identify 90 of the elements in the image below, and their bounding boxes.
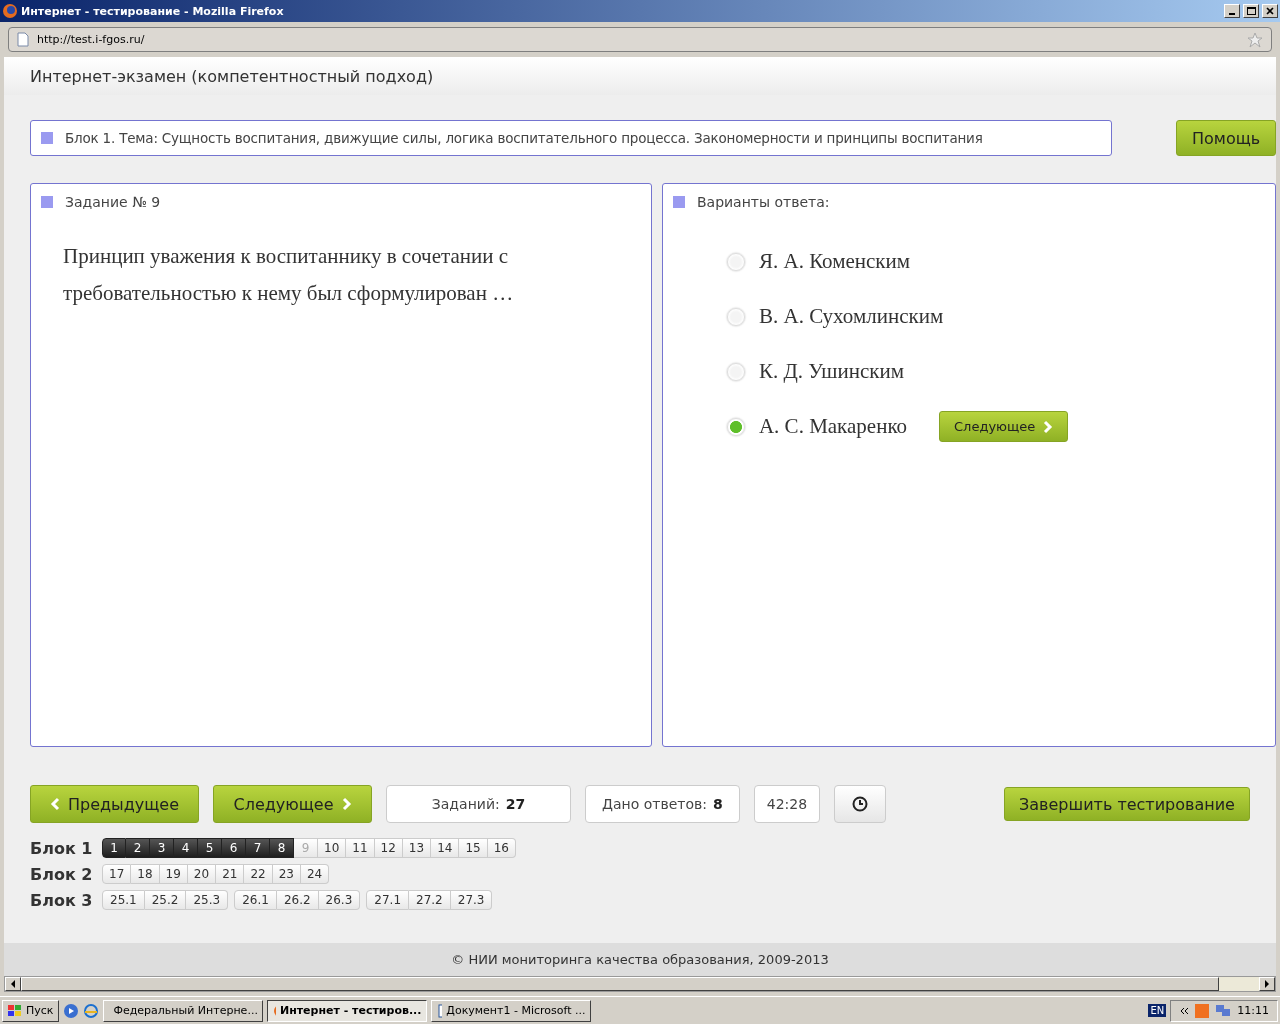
question-number[interactable]: 19 [159,864,188,884]
maximize-button[interactable] [1243,4,1259,18]
page-title: Интернет-экзамен (компетентностный подход) [30,66,434,86]
next-button[interactable]: Следующее [939,411,1069,442]
answer-option[interactable]: В. А. Сухомлинским [758,304,944,329]
network-icon[interactable] [1215,1003,1232,1018]
page-icon [17,32,29,47]
question-number[interactable]: 1 [102,838,126,858]
timer: 42:28 [753,785,821,823]
question-number[interactable]: 6 [222,838,246,858]
square-bullet-icon [672,196,685,208]
radio-button[interactable] [726,307,745,326]
question-number[interactable]: 15 [459,838,488,858]
question-number[interactable]: 14 [431,838,460,858]
question-number[interactable]: 25.3 [186,890,229,910]
question-number[interactable]: 3 [150,838,174,858]
question-number[interactable]: 26.1 [234,890,277,910]
chevron-right-icon [341,797,352,811]
tasks-label: Заданий: [431,796,500,812]
question-number[interactable]: 18 [131,864,160,884]
question-number[interactable]: 23 [272,864,301,884]
answered-value: 8 [712,796,723,812]
browser-logo-icon [2,3,18,19]
square-bullet-icon [41,132,53,144]
previous-button[interactable]: Предыдущее [30,785,199,823]
star-icon[interactable] [1247,31,1263,48]
start-button[interactable]: Пуск [2,999,60,1022]
question-number[interactable]: 5 [198,838,222,858]
taskbar-button[interactable]: Документ1 - Microsoft ... [431,999,592,1022]
close-button[interactable] [1262,4,1278,18]
answer-option[interactable]: Я. А. Коменским [758,249,911,274]
clock-text: 11:11 [1237,1004,1269,1017]
question-number[interactable]: 27.2 [409,890,451,910]
taskbar-button[interactable]: Федеральный Интерне... [103,999,264,1022]
task-heading: Задание № 9 [65,194,161,210]
next-button[interactable]: Следующее [213,785,372,823]
question-number[interactable]: 27.1 [366,890,410,910]
media-player-icon[interactable] [63,1002,80,1019]
window-title: Интернет - тестирование - Mozilla Firefox [21,4,285,18]
finish-button[interactable]: Завершить тестирование [1004,787,1250,821]
radio-button[interactable] [726,362,745,381]
tasks-value: 27 [505,796,526,812]
question-number[interactable]: 27.3 [450,890,493,910]
address-bar[interactable]: http://test.i-fgos.ru/ [8,27,1272,52]
left-arrow-icon[interactable] [10,980,16,988]
clock-button[interactable] [834,785,887,823]
close-icon [1266,7,1274,15]
help-button[interactable]: Помощь [1176,120,1276,156]
answer-option[interactable]: А. С. Макаренко [758,414,908,439]
question-number[interactable]: 12 [374,838,403,858]
right-arrow-icon[interactable] [1264,980,1270,988]
question-number[interactable]: 22 [244,864,273,884]
horizontal-scrollbar[interactable] [4,976,1276,992]
windows-logo-icon [8,1004,22,1017]
question-number[interactable]: 8 [270,838,294,858]
maximize-icon [1246,7,1256,15]
question-number[interactable]: 25.2 [144,890,187,910]
copyright-text: © НИИ мониторинга качества образования, 2009-2013 [451,952,829,967]
square-bullet-icon [41,196,53,208]
answers-heading: Варианты ответа: [696,194,830,210]
question-number[interactable]: 25.1 [102,890,145,910]
question-number[interactable]: 24 [300,864,330,884]
question-number[interactable]: 16 [487,838,516,858]
question-number[interactable]: 20 [187,864,217,884]
question-number[interactable]: 13 [402,838,432,858]
question-number[interactable]: 11 [346,838,375,858]
radio-button[interactable] [726,252,745,271]
block-label: Блок 2 [30,864,94,884]
language-indicator[interactable]: EN [1148,1004,1167,1017]
chevrons-left-icon[interactable] [1179,1006,1190,1015]
question-number[interactable]: 17 [102,864,132,884]
question-number[interactable]: 2 [126,838,150,858]
question-number[interactable]: 21 [216,864,245,884]
answered-label: Дано ответов: [602,796,707,812]
question-number[interactable]: 4 [174,838,198,858]
clock-icon [852,796,869,812]
chevron-left-icon [50,797,60,811]
question-number[interactable]: 10 [318,838,347,858]
question-text: Принцип уважения к воспитаннику в сочетании с требовательностью к нему был сформулирован … [63,243,515,307]
question-number[interactable]: 26.3 [318,890,361,910]
taskbar-button[interactable]: Интернет - тестиров... [267,999,428,1022]
block-label: Блок 3 [30,890,94,910]
radio-button[interactable] [726,417,745,436]
topic-text: Блок 1. Тема: Сущность воспитания, движущие силы, логика воспитательного процесса. Закономерности и принципы воспитания [65,130,983,146]
chevron-right-icon [1043,419,1054,434]
question-number[interactable]: 26.2 [276,890,319,910]
minimize-button[interactable] [1224,4,1240,18]
answer-option[interactable]: К. Д. Ушинским [758,359,904,384]
block-label: Блок 1 [30,838,94,858]
question-number[interactable]: 7 [246,838,270,858]
